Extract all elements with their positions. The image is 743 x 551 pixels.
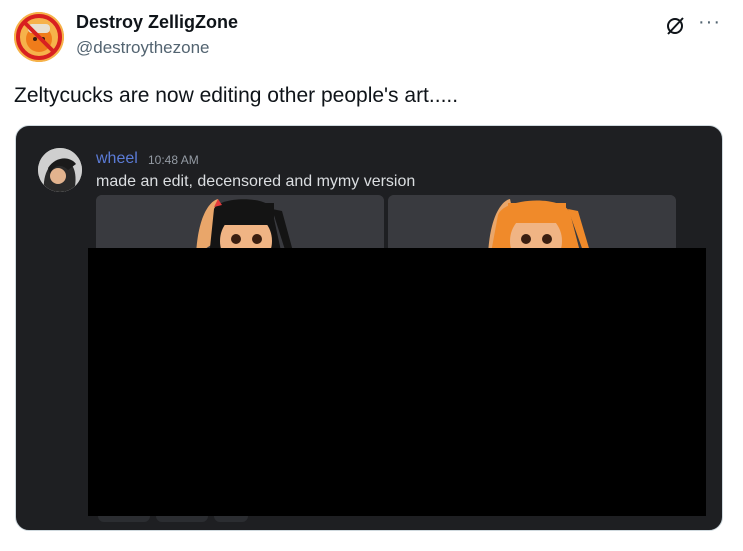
more-icon[interactable]: ··· [698, 12, 721, 32]
discord-avatar [38, 148, 82, 192]
censor-block [88, 248, 706, 516]
grok-icon[interactable] [663, 14, 687, 38]
user-handle[interactable]: @destroythezone [76, 38, 210, 58]
display-name[interactable]: Destroy ZelligZone [76, 12, 238, 33]
tweet-text: Zeltycucks are now editing other people'… [14, 84, 459, 107]
avatar-icon [14, 12, 64, 62]
discord-timestamp: 10:48 AM [148, 153, 199, 167]
tweet-header: Destroy ZelligZone @destroythezone ··· [14, 10, 729, 66]
tweet-media-image[interactable]: wheel 10:48 AM made an edit, decensored … [15, 125, 723, 531]
discord-message: made an edit, decensored and mymy versio… [96, 173, 416, 190]
discord-username: wheel [96, 150, 138, 167]
profile-avatar[interactable] [14, 12, 64, 62]
